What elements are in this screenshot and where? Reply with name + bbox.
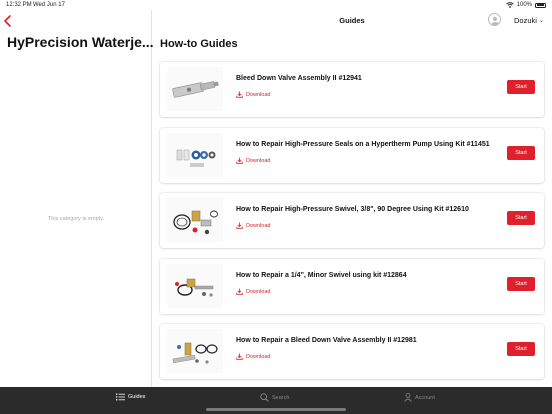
download-label: Download (246, 91, 271, 98)
tab-guides-label: Guides (128, 394, 146, 400)
tab-account[interactable]: Account (404, 393, 435, 402)
list-icon (116, 393, 125, 401)
site-selector[interactable]: Dozuki ⌄ (514, 16, 544, 25)
section-title: How-to Guides (160, 38, 238, 50)
status-date: Wed Jun 17 (33, 2, 65, 8)
guide-title[interactable]: How to Repair a Bleed Down Valve Assembl… (236, 337, 417, 344)
download-button[interactable]: Download (236, 91, 270, 98)
start-button[interactable]: Start (507, 146, 535, 160)
download-icon (236, 157, 243, 164)
battery-percent: 100% (516, 2, 532, 8)
start-button[interactable]: Start (507, 211, 535, 225)
person-icon (404, 393, 412, 402)
download-label: Download (246, 353, 271, 360)
guide-title[interactable]: How to Repair High-Pressure Seals on a H… (236, 141, 490, 148)
download-label: Download (246, 157, 271, 164)
status-indicators: 100% (505, 2, 546, 8)
tab-account-label: Account (415, 394, 435, 401)
guide-card[interactable]: How to Repair a 1/4", Minor Swivel using… (160, 259, 544, 314)
status-time: 12:32 PM (6, 2, 32, 8)
guide-thumbnail (167, 133, 223, 177)
download-label: Download (246, 288, 271, 295)
download-icon (236, 222, 243, 229)
download-button[interactable]: Download (236, 353, 270, 360)
app-window: 12:32 PM Wed Jun 17 100% HyPrecision Wat… (0, 0, 552, 414)
download-button[interactable]: Download (236, 222, 270, 229)
battery-icon (535, 2, 546, 8)
guide-thumbnail (167, 329, 223, 373)
start-button[interactable]: Start (507, 80, 535, 94)
chevron-left-icon (4, 15, 11, 27)
guide-title[interactable]: How to Repair High-Pressure Swivel, 3/8"… (236, 206, 469, 213)
download-button[interactable]: Download (236, 157, 270, 164)
home-indicator (206, 408, 346, 411)
tab-search[interactable]: Search (260, 393, 289, 402)
guide-card[interactable]: Bleed Down Valve Assembly II #12941 Down… (160, 62, 544, 117)
download-label: Download (246, 222, 271, 229)
download-icon (236, 91, 243, 98)
guide-thumbnail (167, 67, 223, 111)
empty-category-message: This category is empty. (47, 216, 105, 222)
start-button[interactable]: Start (507, 277, 535, 291)
category-title: HyPrecision Waterje... (7, 34, 154, 50)
site-name: Dozuki (514, 16, 537, 25)
download-icon (236, 353, 243, 360)
back-button[interactable] (2, 14, 14, 28)
download-button[interactable]: Download (236, 288, 270, 295)
guide-thumbnail (167, 198, 223, 242)
tab-search-label: Search (272, 394, 290, 401)
guide-card[interactable]: How to Repair High-Pressure Seals on a H… (160, 128, 544, 183)
chevron-down-icon: ⌄ (538, 18, 544, 24)
guide-card[interactable]: How to Repair a Bleed Down Valve Assembl… (160, 324, 544, 379)
guide-thumbnail (167, 264, 223, 308)
top-nav: Guides Dozuki ⌄ (152, 10, 552, 32)
tab-guides[interactable]: Guides (116, 393, 145, 401)
download-icon (236, 288, 243, 295)
guide-card[interactable]: How to Repair High-Pressure Swivel, 3/8"… (160, 193, 544, 248)
sidebar: HyPrecision Waterje... This category is … (0, 10, 154, 387)
wifi-icon (505, 2, 514, 8)
guide-title[interactable]: Bleed Down Valve Assembly II #12941 (236, 75, 362, 82)
start-button[interactable]: Start (507, 342, 535, 356)
avatar[interactable] (488, 13, 501, 26)
status-bar: 12:32 PM Wed Jun 17 100% (0, 0, 552, 10)
search-icon (260, 393, 269, 402)
guide-title[interactable]: How to Repair a 1/4", Minor Swivel using… (236, 272, 407, 279)
